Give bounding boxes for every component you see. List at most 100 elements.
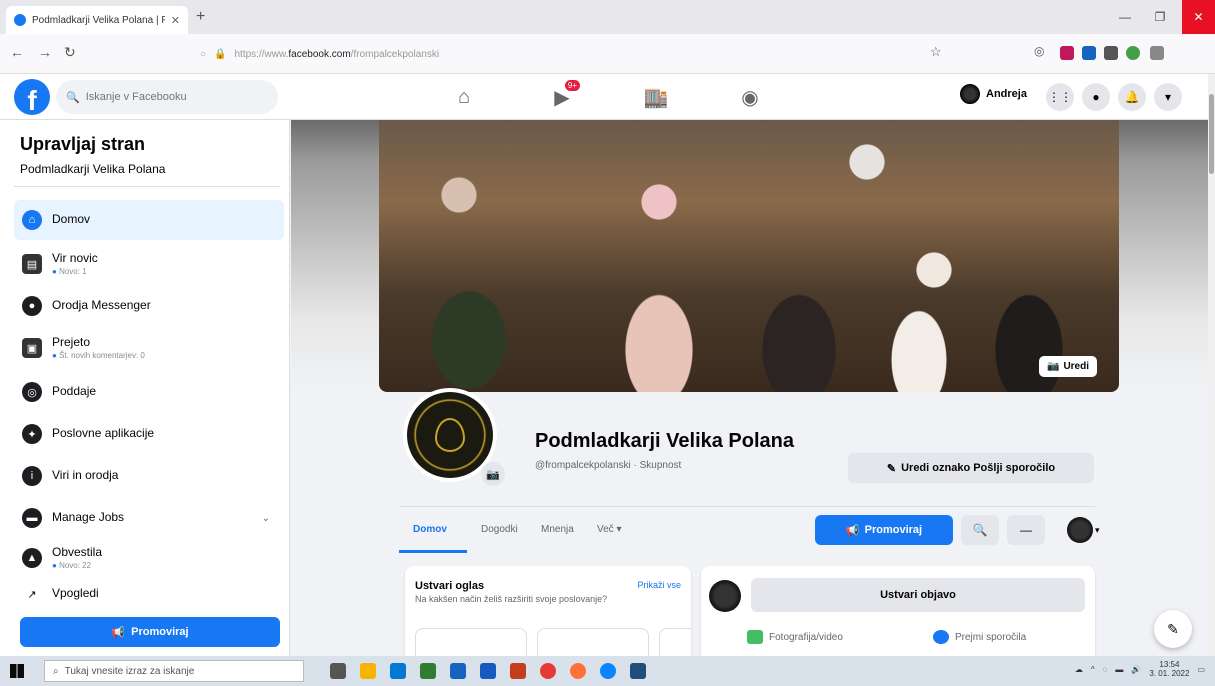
get-messages-button[interactable]: Prejmi sporočila xyxy=(933,630,1026,644)
sidebar-item-podcasts[interactable]: ◎ Poddaje xyxy=(14,372,284,412)
tab-reviews[interactable]: Mnenja xyxy=(541,524,574,535)
sidebar-item-label: Manage Jobs xyxy=(52,510,125,525)
page-switcher[interactable]: ▾ xyxy=(1067,517,1100,543)
app-icon[interactable] xyxy=(390,663,406,679)
app-icon[interactable] xyxy=(420,663,436,679)
sidebar-item-note: Št. novih komentarjev: 0 xyxy=(52,351,145,360)
weather-icon[interactable]: ☁ xyxy=(1075,665,1083,674)
close-tab-icon[interactable]: ✕ xyxy=(171,14,180,27)
sidebar-item-business-apps[interactable]: ✦ Poslovne aplikacije xyxy=(14,414,284,454)
close-window-icon[interactable]: ✕ xyxy=(1182,0,1215,34)
chrome-icon[interactable] xyxy=(540,663,556,679)
more-options-button[interactable]: — xyxy=(1007,515,1045,545)
promote-button[interactable]: 📢 Promoviraj xyxy=(20,617,280,647)
browser-tab[interactable]: Podmladkarji Velika Polana | Fa ✕ xyxy=(6,6,188,34)
sidebar-item-label: Poslovne aplikacije xyxy=(52,426,155,441)
app-icon[interactable] xyxy=(360,663,376,679)
extension-icon[interactable] xyxy=(1126,46,1140,60)
minimize-icon[interactable]: — xyxy=(1110,0,1140,34)
clock[interactable]: 13:54 3. 01. 2022 xyxy=(1149,660,1189,679)
volume-icon[interactable]: 🔊 xyxy=(1131,665,1141,674)
taskbar-search[interactable]: ⌕ Tukaj vnesite izraz za iskanje xyxy=(44,660,304,682)
promote-label: Promoviraj xyxy=(131,626,189,638)
groups-icon[interactable]: ◉ xyxy=(730,82,770,112)
tab-events[interactable]: Dogodki xyxy=(481,524,518,535)
create-post-button[interactable]: Ustvari objavo xyxy=(751,578,1085,612)
search-input[interactable] xyxy=(85,91,256,103)
bell-icon: ▲ xyxy=(22,548,42,568)
camera-icon[interactable]: 📷 xyxy=(481,462,505,486)
marketplace-icon[interactable]: 🏬 xyxy=(636,82,676,112)
tray-chevron-icon[interactable]: ^ xyxy=(1091,665,1095,674)
sidebar-item-notifications[interactable]: ▲ Obvestila Novo: 22 xyxy=(14,538,284,578)
time: 13:54 xyxy=(1159,660,1180,669)
photo-video-button[interactable]: Fotografija/video xyxy=(747,630,843,644)
insights-icon: ↗ xyxy=(22,584,42,604)
account-chevron-icon[interactable]: ▾ xyxy=(1154,83,1182,111)
extension-icon[interactable] xyxy=(1060,46,1074,60)
new-tab-icon[interactable]: + xyxy=(196,8,205,26)
extension-icon[interactable] xyxy=(1150,46,1164,60)
facebook-search[interactable]: 🔍 xyxy=(56,80,278,114)
facebook-header: f 🔍 ⌂ ▶9+ 🏬 ◉ Andreja ⋮⋮ ● 🔔 ▾ xyxy=(0,74,1215,120)
edit-page-button[interactable]: ✎ Uredi oznako Pošlji sporočilo xyxy=(848,453,1094,483)
firefox-icon[interactable] xyxy=(570,663,586,679)
cover-photo[interactable]: 📷 Uredi xyxy=(379,120,1119,392)
page-management-sidebar: Upravljaj stran Podmladkarji Velika Pola… xyxy=(0,120,290,656)
see-all-link[interactable]: Prikaži vse xyxy=(637,580,681,590)
messenger-icon[interactable]: ● xyxy=(1082,83,1110,111)
back-icon[interactable]: ← xyxy=(10,44,24,60)
new-message-button[interactable]: ✎ xyxy=(1154,610,1192,648)
bell-icon[interactable]: 🔔 xyxy=(1118,83,1146,111)
windows-start-icon[interactable] xyxy=(10,664,24,678)
tab-more[interactable]: Več ▾ xyxy=(597,524,621,535)
ad-suggestion[interactable] xyxy=(415,628,527,656)
edit-cover-button[interactable]: 📷 Uredi xyxy=(1038,356,1097,377)
reload-icon[interactable]: ↻ xyxy=(64,44,76,61)
scrollbar-thumb[interactable] xyxy=(1209,94,1214,174)
sidebar-item-label: Obvestila xyxy=(52,544,103,559)
pocket-icon[interactable]: ◎ xyxy=(1034,44,1044,58)
sidebar-item-note: Novo: 22 xyxy=(52,561,102,570)
sidebar-item-inbox[interactable]: ▣ Prejeto Št. novih komentarjev: 0 xyxy=(14,328,284,368)
word-icon[interactable] xyxy=(480,663,496,679)
task-view-icon[interactable] xyxy=(330,663,346,679)
extension-icon[interactable] xyxy=(1104,46,1118,60)
tab-home[interactable]: Domov xyxy=(413,524,447,535)
facebook-logo-icon[interactable]: f xyxy=(14,79,50,115)
scrollbar[interactable] xyxy=(1208,74,1215,656)
forward-icon[interactable]: → xyxy=(38,44,52,60)
avatar xyxy=(1067,517,1093,543)
bookmark-star-icon[interactable]: ☆ xyxy=(930,44,942,60)
create-ad-description: Na kakšen način želiš razširiti svoje po… xyxy=(415,594,608,604)
network-icon[interactable]: ◌ xyxy=(1103,665,1108,674)
promote-button[interactable]: 📢 Promoviraj xyxy=(815,515,953,545)
home-icon[interactable]: ⌂ xyxy=(444,82,484,112)
restore-icon[interactable]: ❐ xyxy=(1145,0,1175,34)
sidebar-item-messenger-tools[interactable]: ● Orodja Messenger xyxy=(14,286,284,326)
home-icon: ⌂ xyxy=(22,210,42,230)
sidebar-item-news-feed[interactable]: ▤ Vir novic Novo: 1 xyxy=(14,244,284,284)
lock-icon[interactable]: 🔒 xyxy=(214,49,226,60)
powerpoint-icon[interactable] xyxy=(510,663,526,679)
business-apps-icon: ✦ xyxy=(22,424,42,444)
edge-icon[interactable] xyxy=(600,663,616,679)
search-page-button[interactable]: 🔍 xyxy=(961,515,999,545)
battery-icon[interactable]: ▬ xyxy=(1115,665,1123,674)
profile-chip[interactable]: Andreja xyxy=(960,84,1027,104)
sidebar-item-manage-jobs[interactable]: ▬ Manage Jobs ⌄ xyxy=(14,498,284,538)
ad-suggestion[interactable] xyxy=(537,628,649,656)
app-icon[interactable] xyxy=(450,663,466,679)
sidebar-item-insights[interactable]: ↗ Vpogledi xyxy=(14,582,284,606)
sidebar-item-home[interactable]: ⌂ Domov xyxy=(14,200,284,240)
menu-grid-icon[interactable]: ⋮⋮ xyxy=(1046,83,1074,111)
shield-icon[interactable]: ○ xyxy=(200,49,206,60)
watch-icon[interactable]: ▶ 9+ xyxy=(542,80,582,112)
app-icon[interactable] xyxy=(630,663,646,679)
notifications-icon[interactable]: ▭ xyxy=(1197,665,1205,674)
leaf-icon xyxy=(435,418,465,452)
ad-suggestion[interactable] xyxy=(659,628,691,656)
url-bar[interactable]: ○ 🔒 https://www.facebook.com/frompalcekp… xyxy=(196,40,956,68)
sidebar-item-resources[interactable]: i Viri in orodja xyxy=(14,456,284,496)
extension-icon[interactable] xyxy=(1082,46,1096,60)
